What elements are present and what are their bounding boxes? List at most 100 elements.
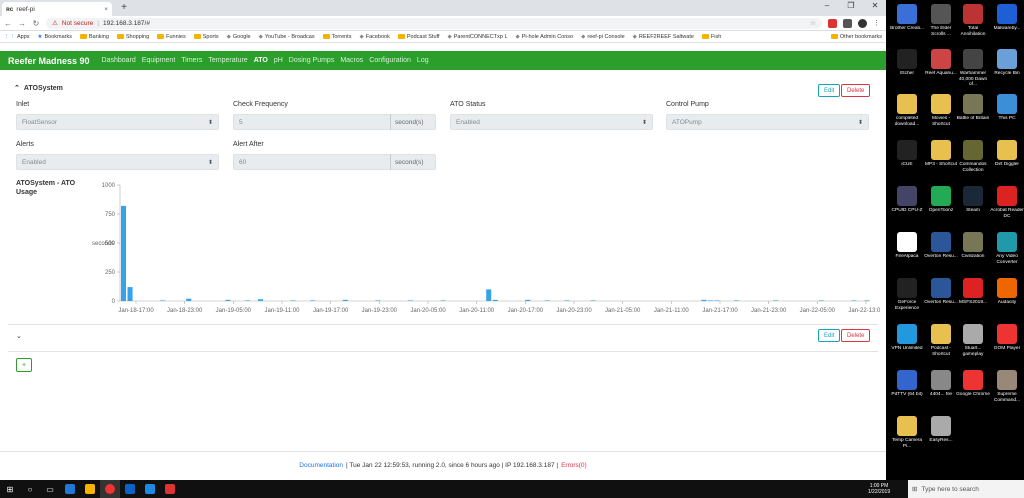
add-button[interactable]: + (16, 358, 32, 372)
desktop-icon[interactable]: FireAlpaca (890, 232, 924, 260)
desktop-icon[interactable]: Etcher (890, 49, 924, 77)
desktop-icon[interactable]: GeForce Experience (890, 278, 924, 311)
desktop-icon[interactable]: PdTTV (64 bit) (890, 370, 924, 398)
nav-timers[interactable]: Timers (181, 57, 202, 64)
desktop-icon[interactable]: Commandos Collection (956, 140, 990, 173)
nav-ato[interactable]: ATO (254, 57, 268, 64)
bookmark-item[interactable]: Funnies (157, 34, 186, 40)
documentation-link[interactable]: Documentation (299, 462, 343, 469)
delete-button-2[interactable]: Delete (841, 329, 871, 342)
bookmark-item[interactable]: Fish (701, 34, 721, 40)
bookmark-item[interactable]: Banking (80, 34, 109, 40)
bookmark-item[interactable]: ◆ ParentCONNECTxp L (447, 34, 507, 40)
desktop-icon[interactable]: OpenToonz (924, 186, 958, 214)
windows-start-icon[interactable]: ⊞ (0, 480, 20, 498)
minimize-button[interactable]: – (820, 1, 834, 10)
inlet-select[interactable]: FloatSensor ⬍ (16, 114, 219, 130)
desktop-icon[interactable]: Audacity (990, 278, 1024, 306)
desktop-icon[interactable]: Battle of Britain (956, 94, 990, 122)
new-tab-button[interactable]: + (118, 3, 130, 14)
close-window-button[interactable]: ✕ (868, 1, 882, 10)
desktop-icon[interactable]: 4404... file (924, 370, 958, 398)
bookmark-item[interactable]: ◆ YouTube - Broadcas (259, 34, 315, 40)
desktop-icon[interactable]: Malwareby... (990, 4, 1024, 32)
bookmark-item[interactable]: Podcast Stuff (397, 34, 439, 40)
task-view-icon[interactable]: ▭ (40, 480, 60, 498)
mail-icon[interactable] (140, 480, 160, 498)
chevron-up-icon[interactable]: ⌃ (14, 84, 20, 92)
browser-tab[interactable]: ʀᴄ reef-pi × (2, 2, 112, 16)
edit-button-2[interactable]: Edit (818, 329, 841, 342)
desktop-icon[interactable]: Reef Aquariu... (924, 49, 958, 77)
file-explorer-icon[interactable] (80, 480, 100, 498)
bookmark-item[interactable]: ★ Bookmarks (38, 34, 72, 40)
alert-after-input[interactable]: 60 second(s) (233, 154, 436, 170)
nav-configuration[interactable]: Configuration (369, 57, 411, 64)
bookmark-item[interactable]: ◆ reef-pi Console (581, 34, 625, 40)
nav-log[interactable]: Log (417, 57, 429, 64)
cortana-icon[interactable]: ○ (20, 480, 40, 498)
desktop-icon[interactable]: iCUE (890, 140, 924, 168)
desktop-icon[interactable]: MP3 - Shortcut (924, 140, 958, 168)
nav-temperature[interactable]: Temperature (208, 57, 247, 64)
chrome-icon[interactable] (100, 480, 120, 498)
desktop-icon[interactable]: Steam (956, 186, 990, 214)
ato-status-select[interactable]: Enabled ⬍ (450, 114, 653, 130)
desktop-icon[interactable]: Stuart... gameplay (956, 324, 990, 357)
desktop-icon[interactable]: Any Video Converter (990, 232, 1024, 265)
desktop-icon[interactable]: EasyRes... (924, 416, 958, 444)
bookmark-item[interactable]: Shopping (116, 34, 149, 40)
edit-button[interactable]: Edit (818, 84, 841, 97)
profile-avatar-icon[interactable] (858, 18, 867, 28)
desktop-icon[interactable]: VPN Unlimited (890, 324, 924, 352)
nav-equipment[interactable]: Equipment (142, 57, 175, 64)
desktop-icon[interactable]: Warhammer 40,000 Dawn of... (956, 49, 990, 88)
app-brand[interactable]: Reefer Madness 90 (8, 56, 90, 66)
app-icon[interactable] (160, 480, 180, 498)
forward-arrow-icon[interactable]: → (18, 19, 26, 28)
menu-kebab-icon[interactable]: ⋮ (873, 19, 882, 28)
taskbar-clock[interactable]: 1:00 PM 1/22/2019 (858, 483, 908, 495)
desktop-icon[interactable]: Brother Creati... (890, 4, 924, 32)
desktop-icon[interactable]: Civilization (956, 232, 990, 260)
nav-macros[interactable]: Macros (340, 57, 363, 64)
check-frequency-input[interactable]: 5 second(s) (233, 114, 436, 130)
control-pump-select[interactable]: ATOPump ⬍ (666, 114, 869, 130)
bookmark-item[interactable]: ◆ Facebook (359, 34, 389, 40)
desktop-icon[interactable]: Dirt Diggler (990, 140, 1024, 168)
back-arrow-icon[interactable]: ← (4, 19, 12, 28)
bookmark-item[interactable]: ◆ Pi-hole Admin Conso (516, 34, 574, 40)
desktop-icon[interactable]: MSFS2019... (956, 278, 990, 306)
chevron-down-icon[interactable]: ⌄ (16, 332, 22, 340)
reload-icon[interactable]: ↻ (32, 19, 40, 28)
delete-button[interactable]: Delete (841, 84, 871, 97)
nav-dosing-pumps[interactable]: Dosing Pumps (289, 57, 335, 64)
outlook-icon[interactable] (120, 480, 140, 498)
bookmark-item[interactable]: Sports (193, 34, 219, 40)
other-bookmarks[interactable]: Other bookmarks (830, 34, 882, 40)
alerts-select[interactable]: Enabled ⬍ (16, 154, 219, 170)
desktop-icon[interactable]: Temp Camera Pi... (890, 416, 924, 449)
desktop-icon[interactable]: Overton Resu... (924, 232, 958, 260)
address-bar[interactable]: ⚠ Not secure | 192.168.3.187/# ☆ (46, 17, 822, 29)
bookmark-item[interactable]: Torrents (322, 34, 351, 40)
desktop-icon[interactable]: GOM Player (990, 324, 1024, 352)
bookmark-item[interactable]: ⋮⋮ Apps (4, 34, 30, 40)
restore-button[interactable]: ❐ (844, 1, 858, 10)
desktop-icon[interactable]: Overton Resu... (924, 278, 958, 306)
tab-close-icon[interactable]: × (104, 6, 108, 13)
edge-icon[interactable] (60, 480, 80, 498)
desktop-icon[interactable]: Movies - Shortcut (924, 94, 958, 127)
desktop-icon[interactable]: Total Annihilation (956, 4, 990, 37)
desktop-icon[interactable]: Recycle Bin (990, 49, 1024, 77)
desktop-icon[interactable]: Google Chrome (956, 370, 990, 398)
desktop-icon[interactable]: Supreme Command... (990, 370, 1024, 403)
nav-ph[interactable]: pH (274, 57, 283, 64)
bookmark-item[interactable]: ◆ REEF2REEF Saltwate (633, 34, 694, 40)
bookmark-item[interactable]: ◆ Google (227, 34, 251, 40)
desktop-icon[interactable]: Podcast - Shortcut (924, 324, 958, 357)
extension-icon[interactable] (843, 18, 852, 28)
bookmark-star-icon[interactable]: ☆ (810, 19, 816, 27)
errors-link[interactable]: Errors(0) (561, 462, 587, 469)
desktop-icon[interactable]: This PC (990, 94, 1024, 122)
